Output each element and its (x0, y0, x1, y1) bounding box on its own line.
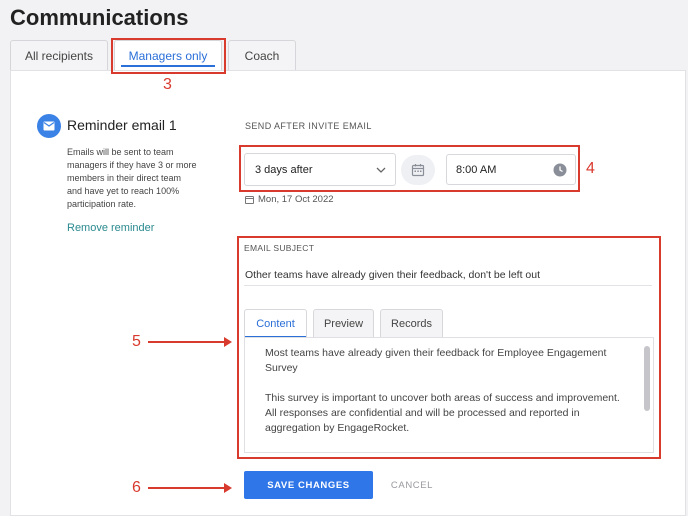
reminder-description: Emails will be sent to team managers if … (67, 147, 197, 209)
annotation-arrow (148, 483, 232, 493)
annotation-number: 5 (132, 333, 141, 350)
cancel-button[interactable]: CANCEL (386, 471, 438, 499)
reminder-title: Reminder email 1 (67, 117, 177, 133)
annotation-box-managers-tab (111, 38, 226, 74)
remove-reminder-link[interactable]: Remove reminder (67, 222, 154, 234)
annotation-number: 3 (163, 76, 172, 93)
page-title: Communications (10, 5, 189, 30)
scheduled-date: Mon, 17 Oct 2022 (245, 194, 334, 205)
tab-all-recipients[interactable]: All recipients (10, 40, 108, 70)
annotation-number: 6 (132, 479, 141, 496)
save-changes-button[interactable]: SAVE CHANGES (244, 471, 373, 499)
envelope-icon (37, 114, 61, 138)
annotation-box-email (237, 236, 661, 459)
calendar-small-icon (245, 196, 254, 204)
annotation-box-schedule (239, 145, 580, 192)
annotation-number: 4 (586, 160, 595, 177)
send-after-label: SEND AFTER INVITE EMAIL (245, 121, 372, 131)
annotation-arrow (148, 337, 232, 347)
scheduled-date-text: Mon, 17 Oct 2022 (258, 194, 334, 205)
tab-coach[interactable]: Coach (228, 40, 296, 70)
